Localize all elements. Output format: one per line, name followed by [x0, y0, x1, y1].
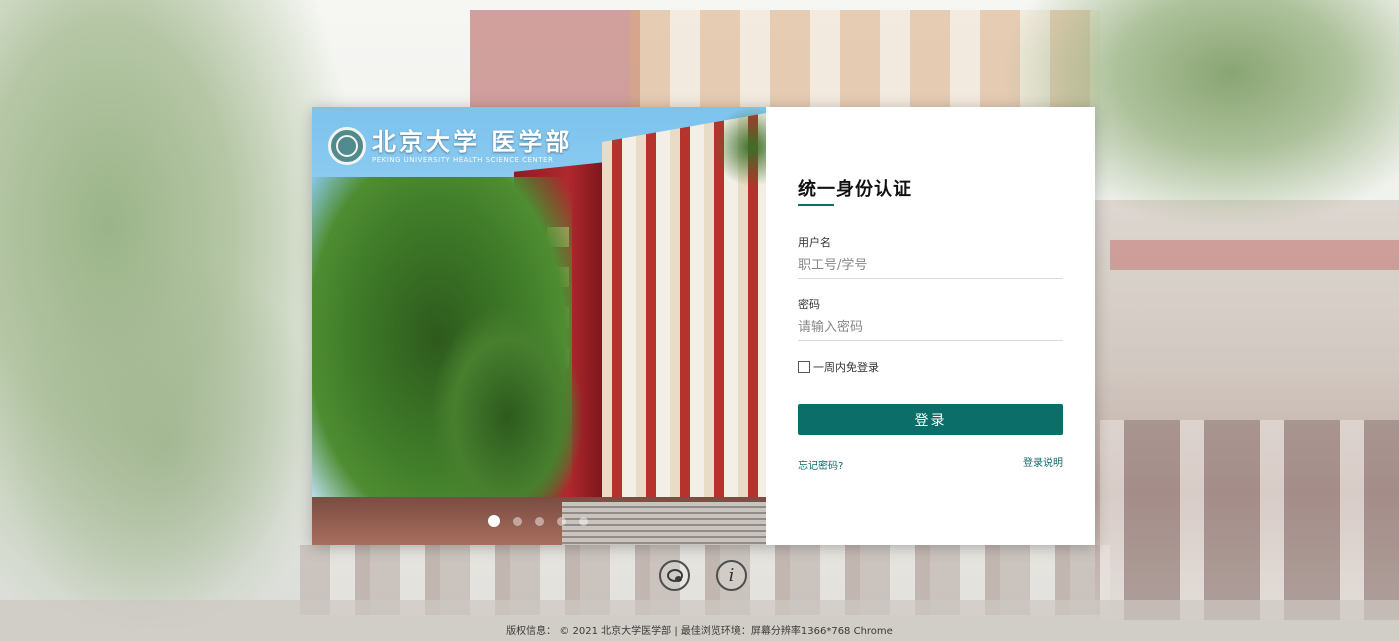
- logo-title: 北京大学 医学部: [372, 126, 573, 156]
- carousel-indicators: [488, 515, 588, 527]
- background-pillars: [1100, 420, 1399, 620]
- campus-photo-carousel: 北京大学 医学部 PEKING UNIVERSITY HEALTH SCIENC…: [312, 107, 766, 545]
- footer-copyright: 版权信息： © 2021 北京大学医学部 | 最佳浏览环境：屏幕分辨率1366*…: [506, 626, 893, 637]
- login-button[interactable]: 登录: [798, 404, 1063, 435]
- background-building-top: [470, 10, 640, 110]
- info-icon[interactable]: i: [716, 560, 747, 591]
- university-logo: 北京大学 医学部 PEKING UNIVERSITY HEALTH SCIENC…: [328, 127, 572, 165]
- carousel-dot[interactable]: [557, 516, 566, 526]
- login-card: 北京大学 医学部 PEKING UNIVERSITY HEALTH SCIENC…: [312, 107, 1095, 545]
- password-label: 密码: [798, 298, 820, 311]
- login-form: 统一身份认证 用户名 密码 一周内免登录 登录 忘记密码? 登录说明: [766, 107, 1095, 545]
- carousel-dot[interactable]: [579, 516, 588, 526]
- shield-emblem-icon: [328, 127, 366, 165]
- remember-me[interactable]: 一周内免登录: [798, 359, 879, 375]
- carousel-dot[interactable]: [513, 516, 522, 526]
- username-label: 用户名: [798, 236, 831, 249]
- remember-label: 一周内免登录: [813, 361, 879, 374]
- background-building-band: [1110, 240, 1399, 270]
- title-underline: [798, 204, 834, 206]
- info-glyph: i: [728, 565, 735, 586]
- chat-icon[interactable]: [659, 560, 690, 591]
- chat-bubble-glyph: [666, 569, 683, 582]
- remember-checkbox[interactable]: [798, 361, 810, 373]
- logo-subtitle: PEKING UNIVERSITY HEALTH SCIENCE CENTER: [372, 155, 554, 164]
- password-input[interactable]: [798, 314, 1063, 341]
- login-help-link[interactable]: 登录说明: [1023, 454, 1063, 469]
- background-tree-left-lower: [0, 250, 330, 641]
- forgot-password-link[interactable]: 忘记密码?: [798, 457, 843, 472]
- username-input[interactable]: [798, 252, 1063, 279]
- carousel-dot[interactable]: [535, 516, 544, 526]
- photo-tree-top: [712, 107, 766, 187]
- form-title: 统一身份认证: [798, 179, 912, 200]
- carousel-dot[interactable]: [488, 515, 500, 527]
- photo-tree-lower: [432, 307, 582, 527]
- photo-steps: [562, 502, 766, 545]
- logo-text: 北京大学 医学部 PEKING UNIVERSITY HEALTH SCIENC…: [372, 126, 573, 165]
